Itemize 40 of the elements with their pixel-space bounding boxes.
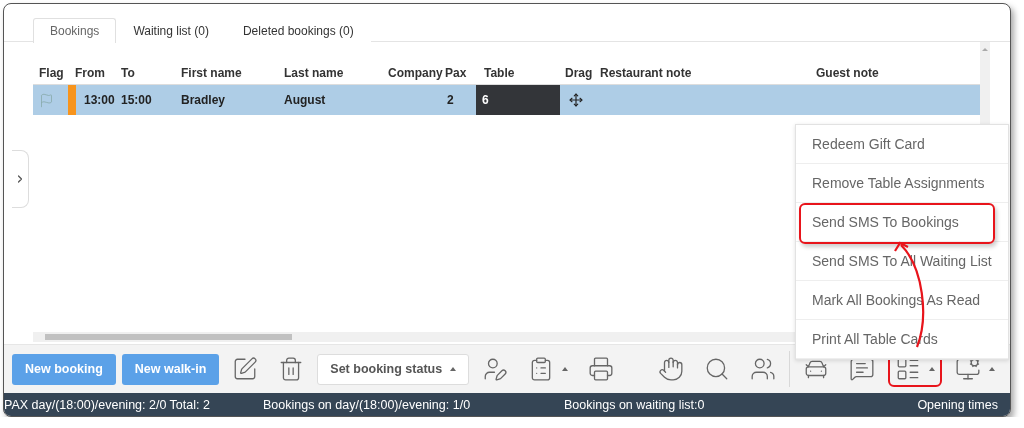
status-select[interactable]: Set booking status (317, 353, 470, 385)
table-cell-text: 2 (446, 92, 455, 109)
table-cell-text: August (283, 92, 327, 109)
column-header: Drag (564, 66, 594, 80)
table-cell-text: Bradley (180, 92, 227, 109)
column-header: From (74, 66, 106, 80)
user-pen-icon (482, 356, 509, 382)
edit-icon (232, 356, 259, 382)
column-header: Company (387, 66, 443, 80)
search-icon (704, 356, 730, 382)
menu-item[interactable]: Remove Table Assignments (796, 164, 1008, 203)
tab[interactable]: Bookings (33, 18, 117, 43)
hand-icon (658, 356, 684, 382)
status-text: PAX day/(18:00)/evening: 2/0 Total: 2 (4, 397, 211, 412)
table-cell-text: 15:00 (120, 92, 153, 109)
table-cell: 6 (476, 85, 560, 115)
expand-handle[interactable] (12, 150, 29, 208)
column-header: Restaurant note (599, 66, 693, 80)
booking-row[interactable]: 13:00 15:00 Bradley August 2 6 (33, 85, 980, 115)
caret-icon (562, 367, 569, 371)
caret-icon (989, 367, 995, 371)
printer-icon (588, 356, 615, 382)
status-text: Bookings on waiting list:0 (564, 397, 706, 412)
move-icon[interactable] (569, 93, 583, 107)
status-text[interactable]: Opening times (917, 397, 998, 412)
table-cell: 13:00 (68, 85, 116, 115)
menu-item[interactable]: Mark All Bookings As Read (796, 281, 1008, 320)
caret-icon (450, 367, 457, 371)
column-header: Last name (283, 66, 345, 80)
column-header: First name (180, 66, 243, 80)
column-header: Guest note (815, 66, 880, 80)
column-header: Pax (444, 66, 468, 80)
menu-item[interactable]: Send SMS To Bookings (796, 203, 1008, 242)
column-header: Table (483, 66, 516, 80)
menu-item[interactable]: Redeem Gift Card (796, 125, 1008, 164)
column-header: To (120, 66, 136, 80)
status-text: Bookings on day/(18:00)/evening: 1/0 (263, 397, 472, 412)
column-header: Flag (38, 66, 65, 80)
caret-icon (929, 367, 935, 371)
users-icon (750, 356, 776, 382)
